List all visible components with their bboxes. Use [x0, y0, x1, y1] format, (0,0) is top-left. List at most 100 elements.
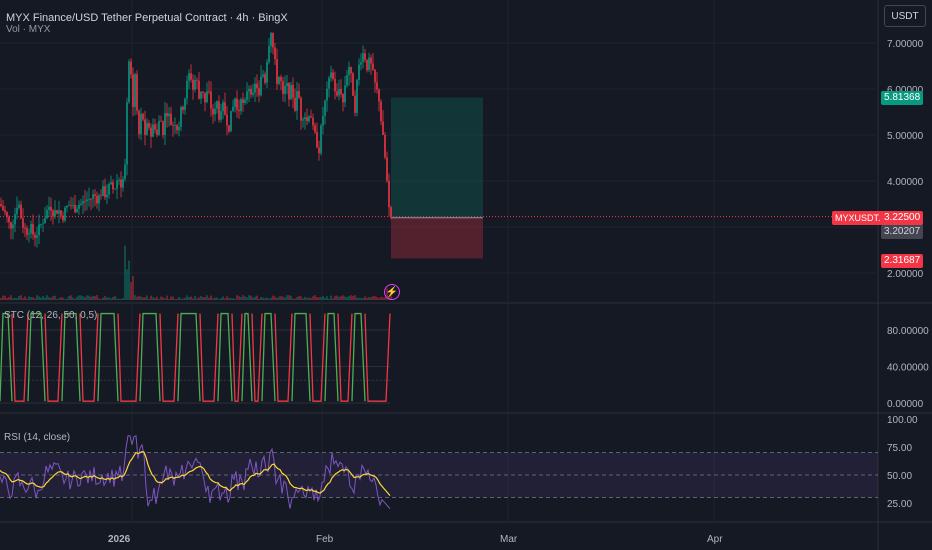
volume-bar [366, 297, 368, 300]
candle-body [320, 125, 322, 154]
candle-body [294, 97, 296, 111]
candle-body [214, 108, 216, 115]
candle-body [264, 74, 266, 83]
volume-bar [132, 276, 134, 300]
volume-bar [282, 296, 284, 300]
candle-body [86, 199, 88, 202]
volume-bar [328, 298, 330, 300]
volume-bar [48, 297, 50, 300]
candle-body [328, 77, 330, 89]
candle-body [270, 33, 272, 47]
candle-body [250, 88, 252, 95]
candle-body [50, 206, 52, 211]
candle-body [192, 79, 194, 90]
volume-bar [370, 297, 372, 300]
volume-bar [338, 296, 340, 300]
stop-zone [391, 217, 483, 259]
candle-body [116, 180, 118, 189]
candle-body [304, 117, 306, 120]
volume-bar [280, 296, 282, 300]
stc-line [217, 312, 233, 402]
volume-bar [308, 297, 310, 300]
candle-body [190, 73, 192, 80]
candle-body [166, 113, 168, 117]
volume-bar [50, 297, 52, 300]
lightning-icon[interactable]: ⚡ [384, 284, 400, 300]
candle-body [212, 108, 214, 115]
volume-bar [168, 298, 170, 300]
rsi-tick-label: 75.00 [887, 443, 912, 454]
volume-bar [344, 296, 346, 300]
candle-body [326, 88, 328, 101]
candle-body [164, 113, 166, 136]
volume-bar [194, 295, 196, 300]
volume-bar [164, 298, 166, 300]
volume-bar [162, 297, 164, 300]
candle-body [136, 74, 138, 111]
candle-body [104, 186, 106, 198]
candle-body [100, 195, 102, 197]
volume-bar [134, 295, 136, 300]
candle-body [244, 99, 246, 103]
candle-body [282, 81, 284, 94]
volume-bar [184, 297, 186, 300]
candle-body [300, 97, 302, 121]
candle-body [182, 106, 184, 110]
candle-body [268, 46, 270, 63]
candle-body [248, 88, 250, 92]
candle-body [220, 111, 222, 120]
volume-bar [382, 297, 384, 300]
volume-bar [262, 297, 264, 300]
target-price-tag: 5.81368 [881, 91, 924, 105]
candle-body [324, 100, 326, 117]
candle-body [124, 164, 126, 180]
candle-body [288, 83, 290, 100]
stc-line [159, 313, 179, 402]
candle-body [12, 224, 14, 229]
candle-body [186, 80, 188, 99]
candle-body [314, 125, 316, 133]
candle-body [246, 91, 248, 100]
volume-bar [334, 295, 336, 300]
candle-body [70, 205, 72, 207]
volume-bar [346, 297, 348, 300]
volume-bar [286, 295, 288, 300]
candle-body [196, 79, 198, 81]
rsi-indicator-label[interactable]: RSI (14, close) [4, 432, 70, 443]
volume-bar [284, 297, 286, 300]
candle-body [24, 227, 26, 229]
volume-bar [314, 295, 316, 300]
volume-bar [278, 296, 280, 300]
volume-bar [102, 297, 104, 300]
candle-body [208, 91, 210, 93]
volume-bar [248, 295, 250, 300]
candle-body [170, 113, 172, 125]
candle-body [156, 129, 158, 135]
volume-bar [62, 297, 64, 300]
volume-bar [80, 295, 82, 300]
candle-body [204, 92, 206, 103]
rsi-tick-label: 100.00 [887, 415, 918, 426]
volume-bar [198, 297, 200, 300]
volume-bar [176, 298, 178, 300]
price-chart[interactable]: 2.000003.000004.000005.000006.000007.000… [0, 0, 932, 550]
stc-line [324, 312, 339, 402]
volume-bar [46, 295, 48, 300]
stc-indicator-label[interactable]: STC (12, 26, 50, 0,5) [4, 310, 97, 321]
volume-bar [158, 298, 160, 300]
stop-price-tag: 2.31687 [881, 254, 924, 268]
candle-body [56, 210, 58, 214]
candle-body [202, 91, 204, 93]
candle-body [312, 117, 314, 126]
candle-body [74, 204, 76, 213]
currency-button[interactable]: USDT [884, 5, 926, 27]
volume-bar [240, 296, 242, 300]
candle-body [34, 234, 36, 238]
volume-bar [312, 296, 314, 300]
candle-body [382, 121, 384, 135]
volume-bar [234, 298, 236, 300]
volume-bar [182, 298, 184, 300]
volume-bar [120, 298, 122, 300]
candle-body [180, 106, 182, 128]
volume-bar [186, 295, 188, 300]
